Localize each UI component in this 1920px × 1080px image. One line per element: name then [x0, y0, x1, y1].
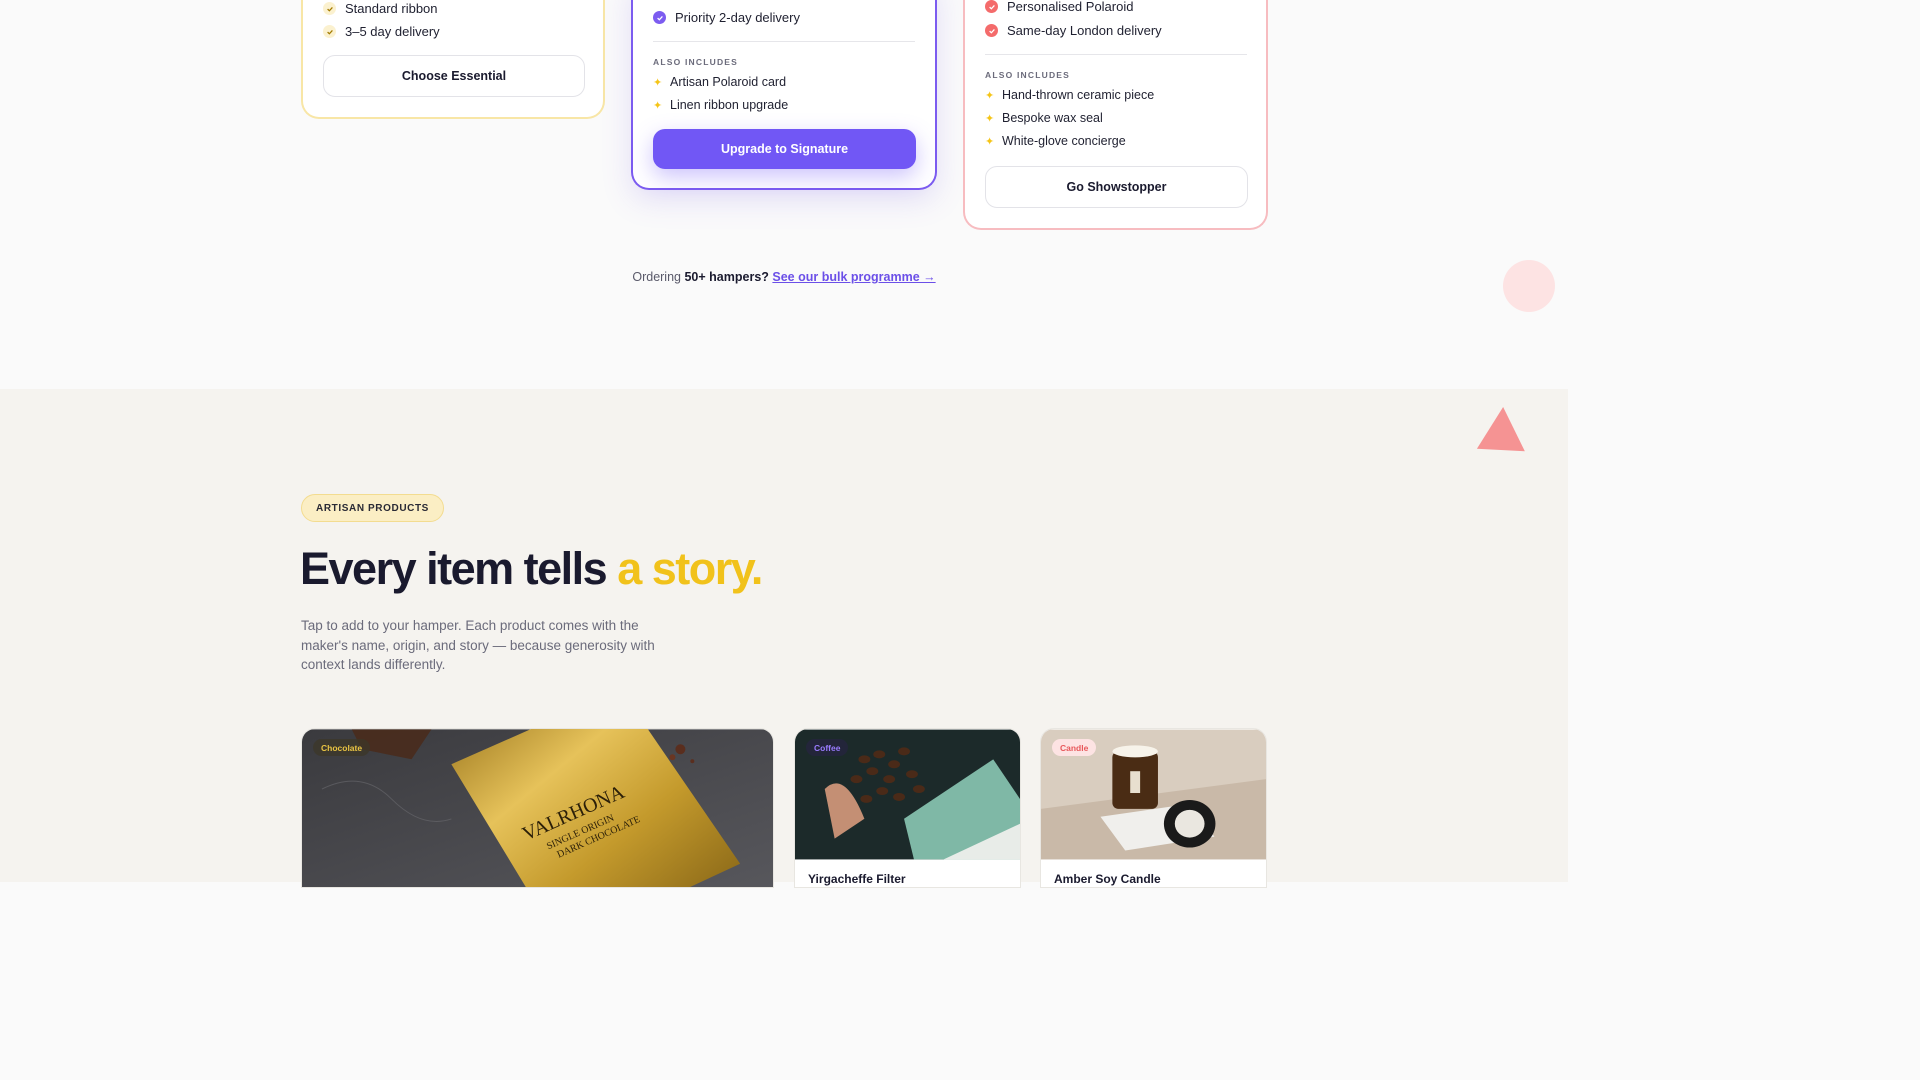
upgrade-signature-button[interactable]: Upgrade to Signature	[653, 129, 916, 169]
extra-label: White-glove concierge	[1002, 134, 1126, 148]
heading-main: Every item tells	[300, 543, 608, 594]
feature-label: Standard ribbon	[345, 1, 438, 16]
check-icon	[653, 11, 666, 24]
extra-item: ✦ Bespoke wax seal	[985, 111, 1103, 125]
section-subtext: Tap to add to your hamper. Each product …	[301, 618, 655, 673]
plan-card-signature: Priority 2-day delivery ALSO INCLUDES ✦ …	[631, 0, 937, 190]
check-icon	[985, 0, 998, 13]
plan-card-essential: Standard ribbon 3–5 day delivery Choose …	[301, 0, 605, 119]
feature-label: Priority 2-day delivery	[675, 10, 800, 25]
choose-essential-button[interactable]: Choose Essential	[323, 55, 585, 97]
section-eyebrow: ARTISAN PRODUCTS	[301, 494, 444, 522]
check-icon	[323, 25, 336, 38]
feature-item: Standard ribbon	[323, 1, 438, 16]
product-name: Amber Soy Candle	[1054, 872, 1161, 886]
sparkle-icon: ✦	[653, 76, 663, 89]
feature-label: 3–5 day delivery	[345, 24, 440, 39]
feature-item: 3–5 day delivery	[323, 24, 440, 39]
product-name: Yirgacheffe Filter	[808, 872, 906, 886]
bulk-strong: 50+ hampers?	[684, 270, 769, 284]
extra-item: ✦ Linen ribbon upgrade	[653, 98, 788, 112]
category-tag: Coffee	[806, 739, 849, 756]
feature-label: Personalised Polaroid	[1007, 0, 1134, 14]
check-icon	[985, 24, 998, 37]
category-tag: Chocolate	[313, 739, 371, 756]
feature-item: Priority 2-day delivery	[653, 10, 800, 25]
feature-item: Same-day London delivery	[985, 23, 1162, 38]
sparkle-icon: ✦	[985, 112, 995, 125]
check-icon	[323, 2, 336, 15]
heading-accent: a story.	[617, 543, 763, 594]
extra-item: ✦ Artisan Polaroid card	[653, 75, 786, 89]
go-showstopper-button[interactable]: Go Showstopper	[985, 166, 1248, 208]
extra-label: Hand-thrown ceramic piece	[1002, 88, 1155, 102]
bulk-order-note: Ordering 50+ hampers? See our bulk progr…	[0, 270, 1568, 284]
product-card-chocolate[interactable]: VALRHONA SINGLE ORIGIN DARK CHOCOLATE Ch…	[301, 728, 774, 888]
product-card-candle[interactable]: Candle Amber Soy Candle	[1040, 728, 1267, 888]
bulk-prefix: Ordering	[632, 270, 681, 284]
divider	[653, 41, 915, 42]
feature-item: Personalised Polaroid	[985, 0, 1133, 14]
also-includes-label: ALSO INCLUDES	[985, 70, 1071, 80]
decorative-circle	[1503, 260, 1555, 312]
section-heading: Every item tells a story.	[300, 543, 763, 595]
product-card-coffee[interactable]: Coffee Yirgacheffe Filter	[794, 728, 1021, 888]
extra-item: ✦ White-glove concierge	[985, 134, 1126, 148]
feature-label: Same-day London delivery	[1007, 23, 1162, 38]
also-includes-label: ALSO INCLUDES	[653, 57, 739, 67]
pricing-section: Standard ribbon 3–5 day delivery Choose …	[0, 0, 1568, 389]
products-section: ARTISAN PRODUCTS Every item tells a stor…	[0, 389, 1568, 888]
extra-label: Bespoke wax seal	[1002, 111, 1103, 125]
divider	[985, 54, 1247, 55]
bulk-programme-link[interactable]: See our bulk programme →	[772, 270, 935, 284]
sparkle-icon: ✦	[985, 135, 995, 148]
extra-label: Linen ribbon upgrade	[670, 98, 789, 112]
decorative-triangle	[1476, 405, 1528, 452]
plan-card-showstopper: Personalised Polaroid Same-day London de…	[963, 0, 1268, 230]
sparkle-icon: ✦	[653, 99, 663, 112]
extra-label: Artisan Polaroid card	[670, 75, 787, 89]
extra-item: ✦ Hand-thrown ceramic piece	[985, 88, 1154, 102]
sparkle-icon: ✦	[985, 89, 995, 102]
chocolate-product-image: VALRHONA SINGLE ORIGIN DARK CHOCOLATE	[302, 729, 773, 887]
category-tag: Candle	[1052, 739, 1097, 756]
